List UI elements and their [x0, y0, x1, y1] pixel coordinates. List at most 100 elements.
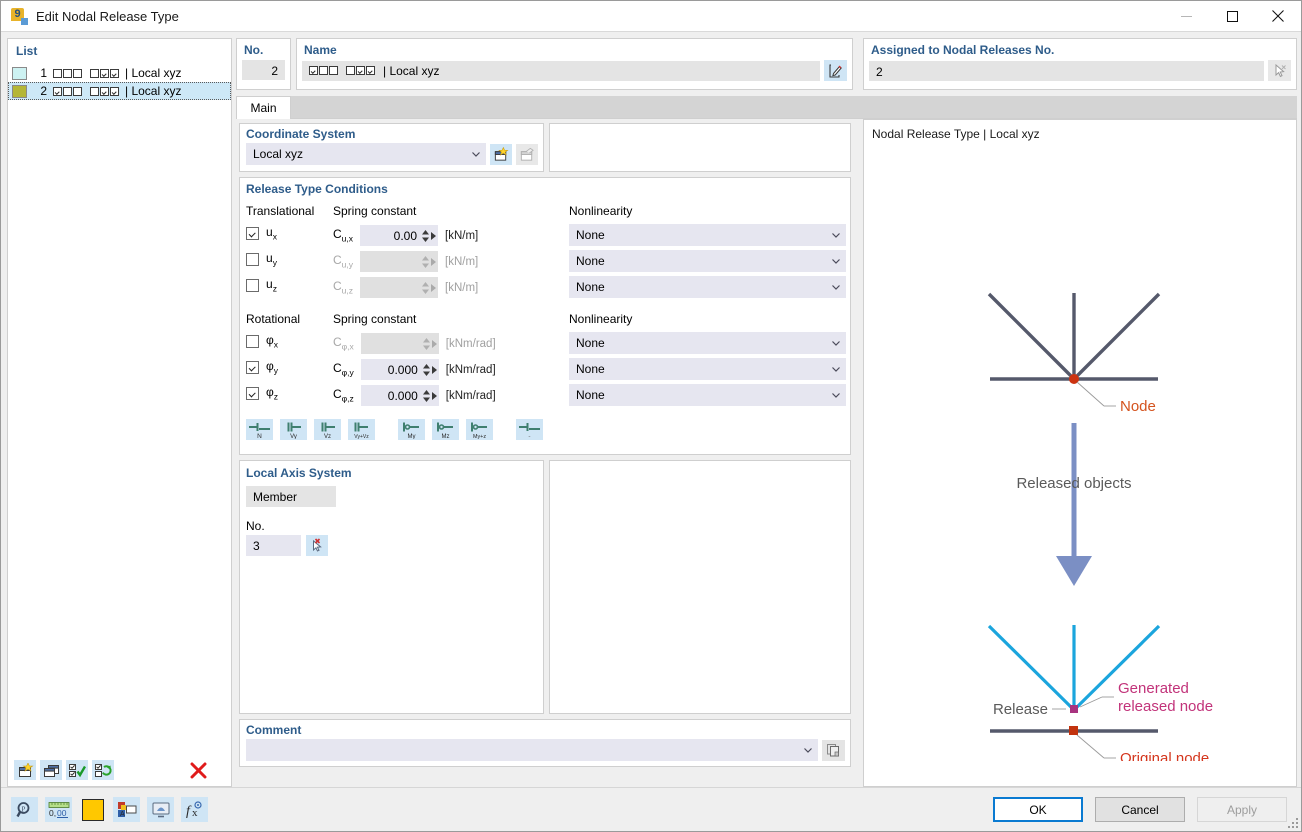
local-axis-system-label: Local Axis System	[240, 461, 543, 483]
checkbox-uz[interactable]	[246, 279, 259, 292]
minimize-button[interactable]	[1163, 1, 1209, 32]
local-axis-no-input[interactable]: 3	[246, 535, 301, 556]
spinner-more-icon[interactable]	[431, 232, 436, 240]
spring-unit-cuz: [kN/m]	[445, 282, 478, 294]
dof-label-uy: uy	[266, 251, 277, 267]
display-properties-button[interactable]: A	[113, 797, 140, 822]
name-field[interactable]: | Local xyz	[302, 61, 820, 81]
spring-input-cphiy[interactable]: 0.000	[361, 359, 439, 380]
preset-n-button[interactable]: N	[246, 419, 273, 440]
nonlinearity-value-phiy: None	[576, 362, 830, 376]
checkbox-phix[interactable]	[246, 335, 259, 348]
ok-button[interactable]: OK	[993, 797, 1083, 822]
spring-column-header-rotational: Spring constant	[333, 312, 416, 326]
release-preset-toolbar: N Vy Vz	[246, 419, 543, 440]
dof-label-uz: uz	[266, 277, 277, 293]
checkbox-phiz[interactable]	[246, 387, 259, 400]
diagram-original-assembly: Node	[989, 293, 1159, 415]
new-item-button[interactable]	[14, 760, 36, 780]
preset-my-button[interactable]: My	[398, 419, 425, 440]
render-button[interactable]	[147, 797, 174, 822]
spinner-more-icon[interactable]	[432, 392, 437, 400]
svg-text:Vz: Vz	[324, 434, 331, 439]
nonlinearity-select-ux[interactable]: None	[569, 224, 846, 246]
bottom-bar: P 0, 00	[1, 787, 1301, 831]
spring-label-cphix: Cφ,x	[333, 335, 354, 351]
cancel-button[interactable]: Cancel	[1095, 797, 1185, 822]
checkbox-uy[interactable]	[246, 253, 259, 266]
rotational-column-header: Rotational	[246, 312, 300, 326]
nonlinearity-select-phiz[interactable]: None	[569, 384, 846, 406]
spinner-more-icon[interactable]	[432, 366, 437, 374]
local-axis-pick-button[interactable]	[306, 535, 328, 556]
dof-label-phiz: φz	[266, 385, 278, 401]
app-icon: 9	[11, 8, 28, 25]
nonlinearity-value-uy: None	[576, 254, 830, 268]
svg-text:0,: 0,	[49, 808, 56, 818]
main-tab-content: Coordinate System Local xyz	[236, 119, 854, 787]
spring-value-cphiy: 0.000	[388, 363, 422, 377]
spinner-arrows[interactable]	[422, 388, 431, 404]
dof-row-phix: φx	[246, 333, 278, 349]
svg-text:00: 00	[57, 808, 67, 818]
copy-comment-button[interactable]	[822, 740, 845, 761]
svg-text:Vy+Vz: Vy+Vz	[354, 434, 369, 439]
render-icon	[151, 801, 171, 819]
checkbox-ux[interactable]	[246, 227, 259, 240]
coordinate-system-label: Coordinate System	[240, 124, 543, 143]
svg-text:N: N	[257, 433, 262, 439]
edit-name-button[interactable]	[824, 60, 847, 81]
nonlinearity-select-uz[interactable]: None	[569, 276, 846, 298]
coordinate-system-select[interactable]: Local xyz	[246, 143, 486, 165]
nonlinearity-select-phix[interactable]: None	[569, 332, 846, 354]
preset-mz-button[interactable]: Mz	[432, 419, 459, 440]
color-swatch-button[interactable]	[79, 797, 106, 822]
label-release: Release	[993, 701, 1048, 718]
maximize-button[interactable]	[1209, 1, 1255, 32]
list-body[interactable]: 1 | Local xyz 2 | Local xyz	[8, 62, 231, 754]
resize-grip[interactable]	[1288, 818, 1298, 828]
comment-input[interactable]	[246, 739, 818, 761]
spring-label-cux: Cu,x	[333, 227, 353, 243]
formula-icon: f x	[185, 801, 205, 819]
release-conditions-group: Release Type Conditions Translational Sp…	[239, 177, 851, 455]
preset-vy-button[interactable]: Vy	[280, 419, 307, 440]
assigned-pick-button[interactable]	[1268, 60, 1291, 81]
copy-item-button[interactable]	[40, 760, 62, 780]
label-generated-released-node-line2: released node	[1118, 698, 1213, 715]
dof-row-ux: ux	[246, 225, 277, 241]
coordinate-system-group: Coordinate System Local xyz	[239, 123, 544, 172]
spinner-more-icon	[432, 340, 437, 348]
new-coordinate-system-button[interactable]	[490, 144, 512, 165]
nonlinearity-select-uy[interactable]: None	[569, 250, 846, 272]
spinner-arrows[interactable]	[421, 228, 430, 244]
list-item[interactable]: 2 | Local xyz	[8, 82, 231, 100]
nonlinearity-select-phiy[interactable]: None	[569, 358, 846, 380]
local-axis-side-box	[549, 460, 851, 714]
checkbox-phiy[interactable]	[246, 361, 259, 374]
spring-input-cux[interactable]: 0.00	[360, 225, 438, 246]
preset-vyvz-button[interactable]: Vy+Vz	[348, 419, 375, 440]
color-swatch-icon	[82, 799, 104, 821]
preset-vz-button[interactable]: Vz	[314, 419, 341, 440]
tab-main[interactable]: Main	[236, 96, 291, 119]
assigned-value: 2	[869, 61, 1264, 81]
coordinate-system-value: Local xyz	[253, 147, 470, 161]
search-button[interactable]: P	[11, 797, 38, 822]
spinner-more-icon	[431, 284, 436, 292]
chevron-down-icon	[802, 744, 814, 756]
units-button[interactable]: 0, 00	[45, 797, 72, 822]
svg-text:P: P	[21, 805, 25, 813]
list-item[interactable]: 1 | Local xyz	[8, 64, 231, 82]
close-button[interactable]	[1255, 1, 1301, 32]
formula-button[interactable]: f x	[181, 797, 208, 822]
select-all-button[interactable]	[66, 760, 88, 780]
edit-coordinate-system-button[interactable]	[516, 144, 538, 165]
dof-label-phiy: φy	[266, 359, 278, 375]
preset-myz-button[interactable]: My+z	[466, 419, 493, 440]
invert-selection-button[interactable]	[92, 760, 114, 780]
spring-input-cphiz[interactable]: 0.000	[361, 385, 439, 406]
spinner-arrows[interactable]	[422, 362, 431, 378]
preset-none-button[interactable]: -	[516, 419, 543, 440]
delete-item-button[interactable]	[187, 760, 209, 780]
